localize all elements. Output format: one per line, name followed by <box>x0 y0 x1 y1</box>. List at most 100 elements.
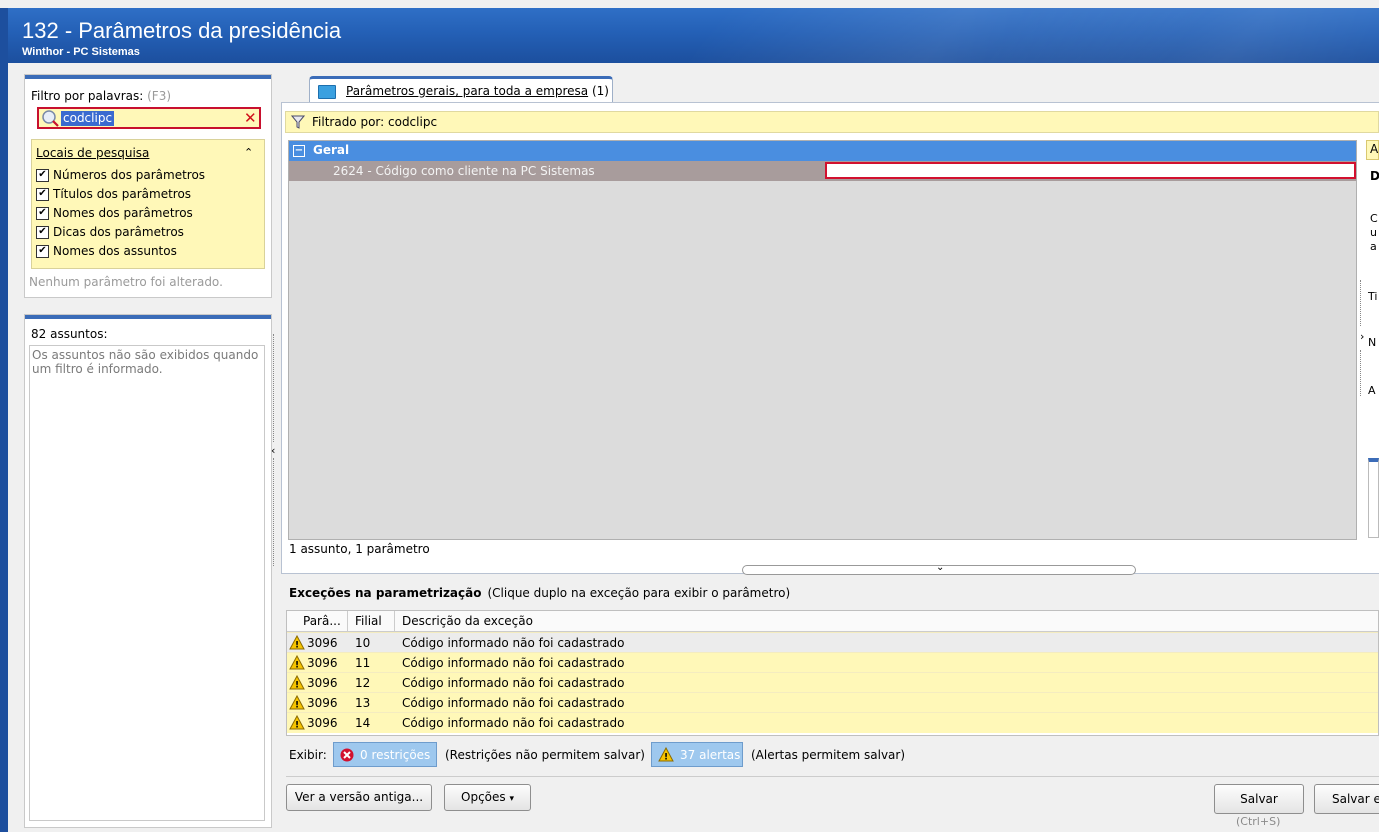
parameter-label: 2624 - Código como cliente na PC Sistema… <box>333 164 595 178</box>
svg-text:!: ! <box>295 721 299 731</box>
checkbox-checked-icon: ✔ <box>36 244 49 258</box>
warning-icon: ! <box>289 635 305 650</box>
table-row[interactable]: ! 3096 14 Código informado não foi cadas… <box>287 712 1378 733</box>
cell-param: 3096 <box>307 716 338 730</box>
result-count: 1 assunto, 1 parâmetro <box>289 542 430 556</box>
table-row[interactable]: ! 3096 12 Código informado não foi cadas… <box>287 672 1378 693</box>
cell-filial: 11 <box>355 656 371 670</box>
subjects-list: Os assuntos não são exibidos quando um f… <box>29 345 265 821</box>
search-input[interactable]: codclipc ✕ <box>37 107 261 129</box>
svg-text:!: ! <box>664 753 668 763</box>
collapse-minus-icon[interactable]: − <box>293 145 305 157</box>
table-row[interactable]: ! 3096 10 Código informado não foi cadas… <box>287 632 1378 653</box>
details-text: A <box>1368 384 1376 397</box>
funnel-icon <box>291 115 305 129</box>
cell-filial: 12 <box>355 676 371 690</box>
exceptions-table: Parâ... Filial Descrição da exceção ! 30… <box>286 610 1379 736</box>
filter-label: Filtro por palavras: (F3) <box>31 89 172 103</box>
location-checkbox[interactable]: ✔ Nomes dos assuntos <box>36 244 177 258</box>
chevron-down-icon[interactable]: ⌄ <box>936 562 944 573</box>
cell-filial: 13 <box>355 696 371 710</box>
divider <box>286 776 1379 777</box>
parameter-value-field[interactable] <box>825 162 1356 179</box>
alerts-label: 37 alertas <box>680 748 741 762</box>
cell-description: Código informado não foi cadastrado <box>402 656 625 670</box>
tab-parametros-gerais[interactable]: Parâmetros gerais, para toda a empresa (… <box>309 76 613 102</box>
window-subtitle: Winthor - PC Sistemas <box>22 46 140 58</box>
details-text: a <box>1370 240 1377 253</box>
exceptions-title: Exceções na parametrização (Clique duplo … <box>289 586 791 600</box>
horizontal-splitter[interactable]: ⌄ <box>742 562 1136 575</box>
cell-param: 3096 <box>307 696 338 710</box>
warning-icon: ! <box>658 747 674 762</box>
location-checkbox[interactable]: ✔ Nomes dos parâmetros <box>36 206 193 220</box>
cell-filial: 10 <box>355 636 371 650</box>
cell-description: Código informado não foi cadastrado <box>402 696 625 710</box>
search-value: codclipc <box>61 111 115 126</box>
filter-panel: Filtro por palavras: (F3) codclipc ✕ Loc… <box>24 74 272 298</box>
alerts-note: (Alertas permitem salvar) <box>751 748 906 762</box>
details-text: C <box>1370 212 1378 225</box>
save-shortcut: (Ctrl+S) <box>1236 815 1281 828</box>
details-text: Ti <box>1368 290 1378 303</box>
checkbox-checked-icon: ✔ <box>36 206 49 220</box>
checkbox-checked-icon: ✔ <box>36 225 49 239</box>
cell-param: 3096 <box>307 676 338 690</box>
details-header-text: A <box>1370 142 1379 156</box>
subjects-title: 82 assuntos: <box>31 327 108 341</box>
warning-icon: ! <box>289 695 305 710</box>
exceptions-header: Parâ... Filial Descrição da exceção <box>287 611 1378 632</box>
details-text: N <box>1368 336 1377 349</box>
column-header-filial[interactable]: Filial <box>355 614 382 628</box>
alerts-toggle[interactable]: ! 37 alertas <box>651 742 743 767</box>
old-version-button[interactable]: Ver a versão antiga... <box>286 784 432 811</box>
column-header-description[interactable]: Descrição da exceção <box>402 614 533 628</box>
restrictions-toggle[interactable]: 0 restrições <box>333 742 437 767</box>
column-header-param[interactable]: Parâ... <box>303 614 341 628</box>
group-row-geral[interactable]: − Geral <box>289 141 1356 161</box>
checkbox-checked-icon: ✔ <box>36 187 49 201</box>
warning-icon: ! <box>289 675 305 690</box>
tab-label: Parâmetros gerais, para toda a empresa (… <box>346 84 609 98</box>
svg-text:!: ! <box>295 661 299 671</box>
svg-text:!: ! <box>295 641 299 651</box>
warning-icon: ! <box>289 715 305 730</box>
title-bar: 132 - Parâmetros da presidência Winthor … <box>8 8 1379 63</box>
save-and-button[interactable]: Salvar e <box>1314 784 1379 814</box>
location-checkbox[interactable]: ✔ Dicas dos parâmetros <box>36 225 184 239</box>
details-title-text: D <box>1370 169 1379 183</box>
svg-text:!: ! <box>295 681 299 691</box>
chevron-left-icon[interactable]: ‹ <box>271 444 275 457</box>
show-label: Exibir: <box>289 748 327 762</box>
options-button[interactable]: Opções ▾ <box>444 784 531 811</box>
vertical-splitter[interactable]: ‹ <box>270 334 280 566</box>
table-row[interactable]: ! 3096 11 Código informado não foi cadas… <box>287 652 1378 673</box>
location-checkbox[interactable]: ✔ Números dos parâmetros <box>36 168 205 182</box>
search-locations-title: Locais de pesquisa <box>36 146 150 160</box>
parameter-row[interactable]: 2624 - Código como cliente na PC Sistema… <box>289 161 1356 181</box>
parameters-grid: − Geral 2624 - Código como cliente na PC… <box>288 140 1357 540</box>
restrictions-label: 0 restrições <box>360 748 431 762</box>
subjects-panel: 82 assuntos: Os assuntos não são exibido… <box>24 314 272 828</box>
folder-icon <box>318 85 336 99</box>
table-row[interactable]: ! 3096 13 Código informado não foi cadas… <box>287 692 1378 713</box>
cell-param: 3096 <box>307 656 338 670</box>
window-left-border <box>0 8 8 832</box>
chevron-right-icon[interactable]: › <box>1360 330 1364 343</box>
search-icon <box>42 110 59 127</box>
cell-param: 3096 <box>307 636 338 650</box>
collapse-icon[interactable]: ⌃ <box>244 146 253 159</box>
parameter-details-panel: A D C u a Ti › N A <box>1360 140 1379 540</box>
cell-description: Código informado não foi cadastrado <box>402 676 625 690</box>
change-status: Nenhum parâmetro foi alterado. <box>29 275 223 289</box>
location-checkbox[interactable]: ✔ Títulos dos parâmetros <box>36 187 191 201</box>
cell-description: Código informado não foi cadastrado <box>402 636 625 650</box>
save-button[interactable]: Salvar <box>1214 784 1304 814</box>
clear-icon[interactable]: ✕ <box>244 109 257 127</box>
restrictions-note: (Restrições não permitem salvar) <box>445 748 645 762</box>
filter-info-text: Filtrado por: codclipc <box>312 115 438 129</box>
caret-down-icon: ▾ <box>509 794 514 804</box>
details-text: u <box>1370 226 1377 239</box>
search-locations-box: Locais de pesquisa ⌃ ✔ Números dos parâme… <box>31 139 265 269</box>
checkbox-checked-icon: ✔ <box>36 168 49 182</box>
